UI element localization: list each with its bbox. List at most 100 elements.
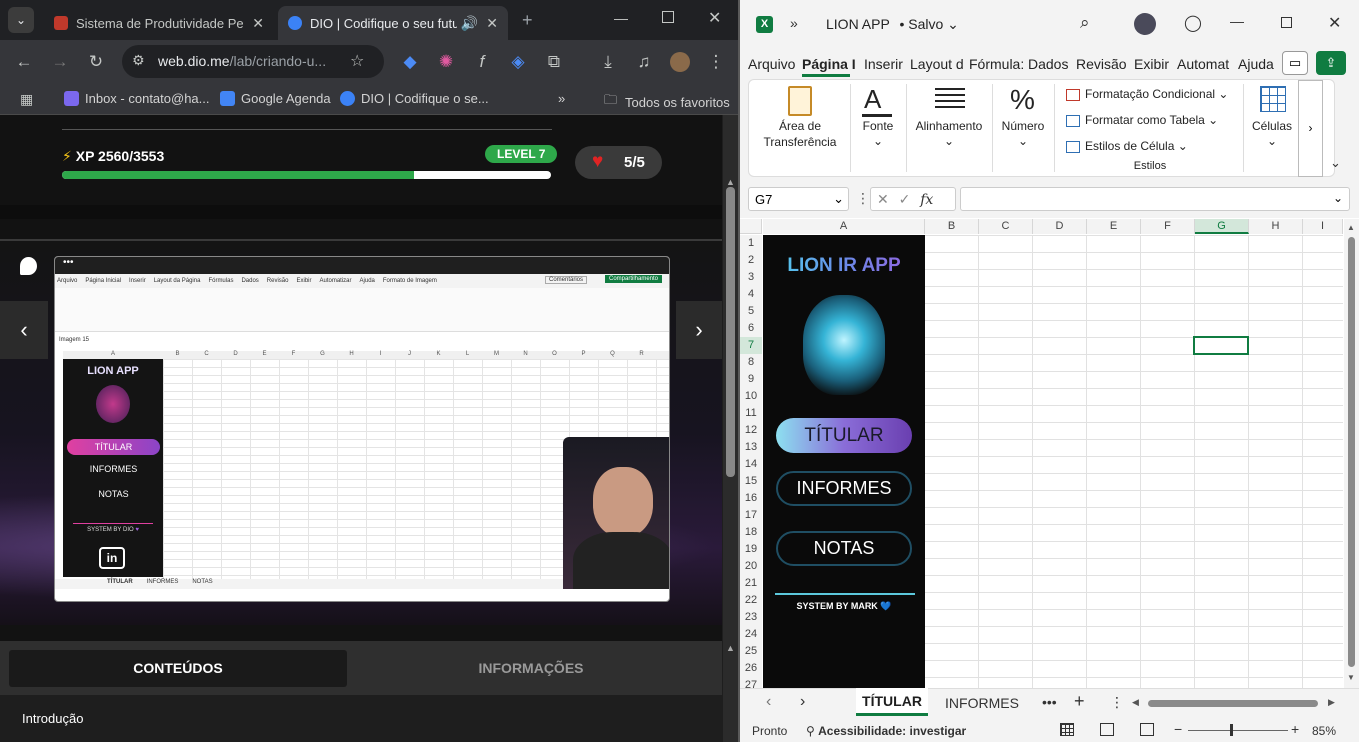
search-icon[interactable]: ⌕ bbox=[1080, 13, 1090, 33]
expand-formula-icon[interactable]: ⌄ bbox=[1333, 191, 1343, 205]
ribbon-tab[interactable]: Revisão bbox=[1076, 56, 1127, 72]
conditional-format-button[interactable]: Formatação Condicional ⌄ bbox=[1066, 87, 1228, 101]
row-header[interactable]: 3 bbox=[740, 269, 762, 286]
intro-section[interactable] bbox=[0, 695, 722, 742]
select-all-corner[interactable] bbox=[740, 219, 762, 234]
row-header[interactable]: 24 bbox=[740, 626, 762, 643]
font-group[interactable]: A Fonte ⌄ bbox=[856, 84, 900, 154]
row-header[interactable]: 17 bbox=[740, 507, 762, 524]
row-header[interactable]: 18 bbox=[740, 524, 762, 541]
scroll-thumb[interactable] bbox=[1348, 237, 1355, 667]
reload-icon[interactable]: ↻ bbox=[86, 52, 106, 72]
ribbon-tab[interactable]: Ajuda bbox=[1238, 56, 1274, 72]
normal-view-icon[interactable] bbox=[1060, 723, 1074, 736]
more-sheets-icon[interactable]: ••• bbox=[1042, 694, 1057, 710]
media-control-icon[interactable]: ♫ bbox=[634, 52, 654, 72]
cell-styles-button[interactable]: Estilos de Célula ⌄ bbox=[1066, 139, 1188, 153]
column-header[interactable]: E bbox=[1087, 219, 1141, 234]
row-header[interactable]: 26 bbox=[740, 660, 762, 677]
ribbon-tab[interactable]: Arquivo bbox=[748, 56, 795, 72]
column-header[interactable]: H bbox=[1249, 219, 1303, 234]
ribbon-tab[interactable]: Automat bbox=[1177, 56, 1229, 72]
scroll-up-arrow[interactable]: ▲ bbox=[1347, 223, 1355, 232]
bookmarks-overflow[interactable]: » bbox=[558, 91, 565, 106]
workbook-title[interactable]: LION APP • Salvo ⌄ bbox=[826, 16, 959, 33]
apps-grid-icon[interactable]: ▦ bbox=[20, 91, 33, 108]
scroll-up-arrow[interactable]: ▲ bbox=[726, 177, 735, 187]
ribbon-tab[interactable]: Exibir bbox=[1134, 56, 1169, 72]
zoom-in-button[interactable]: + bbox=[1291, 721, 1299, 737]
next-slide-button[interactable]: › bbox=[676, 301, 722, 359]
row-header[interactable]: 25 bbox=[740, 643, 762, 660]
row-header[interactable]: 16 bbox=[740, 490, 762, 507]
bookmark-inbox[interactable]: Inbox - contato@ha... bbox=[64, 91, 210, 106]
forward-icon[interactable]: → bbox=[50, 52, 70, 72]
add-sheet-button[interactable]: + bbox=[1074, 691, 1085, 712]
row-header[interactable]: 4 bbox=[740, 286, 762, 303]
bookmark-google-agenda[interactable]: Google Agenda bbox=[220, 91, 331, 106]
scroll-down-arrow[interactable]: ▼ bbox=[1347, 673, 1355, 682]
cancel-icon[interactable]: ✕ bbox=[877, 191, 889, 207]
lightbulb-icon[interactable]: ◯ bbox=[1184, 13, 1202, 33]
row-header[interactable]: 20 bbox=[740, 558, 762, 575]
comments-button[interactable]: ▭ bbox=[1282, 51, 1308, 75]
name-box[interactable]: G7 ⌄ bbox=[748, 187, 849, 211]
accessibility-status[interactable]: ⚲ Acessibilidade: investigar bbox=[806, 724, 966, 738]
h-scroll-thumb[interactable] bbox=[1148, 700, 1318, 707]
row-header[interactable]: 23 bbox=[740, 609, 762, 626]
tab-search-button[interactable]: ⌄ bbox=[8, 7, 34, 33]
new-tab-button[interactable]: + bbox=[522, 10, 533, 31]
row-header[interactable]: 5 bbox=[740, 303, 762, 320]
row-header[interactable]: 15 bbox=[740, 473, 762, 490]
row-header[interactable]: 19 bbox=[740, 541, 762, 558]
row-header[interactable]: 21 bbox=[740, 575, 762, 592]
cells-group[interactable]: Células ⌄ bbox=[1248, 84, 1296, 154]
ribbon-tab[interactable]: Layout d bbox=[910, 56, 964, 72]
column-header[interactable]: A bbox=[763, 219, 925, 234]
sheet-options-icon[interactable]: ⋮ bbox=[1110, 694, 1124, 711]
row-header[interactable]: 2 bbox=[740, 252, 762, 269]
menu-icon[interactable]: ⋮ bbox=[706, 52, 726, 72]
all-bookmarks[interactable]: 🗀 Todos os favoritos bbox=[604, 91, 730, 113]
column-header[interactable]: C bbox=[979, 219, 1033, 234]
column-header[interactable]: I bbox=[1303, 219, 1343, 234]
user-avatar[interactable] bbox=[1134, 13, 1156, 35]
zoom-slider-thumb[interactable] bbox=[1230, 724, 1233, 736]
zoom-slider[interactable] bbox=[1188, 724, 1288, 736]
close-tab-icon[interactable]: ✕ bbox=[486, 15, 498, 32]
column-header[interactable]: B bbox=[925, 219, 979, 234]
row-header[interactable]: 12 bbox=[740, 422, 762, 439]
extension-tag-icon[interactable]: ◈ bbox=[508, 52, 528, 72]
sheet-tab-informes[interactable]: INFORMES bbox=[938, 695, 1026, 711]
informes-button[interactable]: INFORMES bbox=[776, 471, 912, 506]
row-header[interactable]: 9 bbox=[740, 371, 762, 388]
bookmark-dio[interactable]: DIO | Codifique o se... bbox=[340, 91, 489, 106]
row-header[interactable]: 7 bbox=[740, 337, 762, 354]
extensions-puzzle-icon[interactable]: ⧉ bbox=[544, 52, 564, 72]
scroll-arrow-2[interactable]: ▲ bbox=[726, 643, 735, 653]
page-scrollbar[interactable]: ▲ ▲ bbox=[723, 115, 738, 742]
share-button[interactable]: ⇪ bbox=[1316, 51, 1346, 75]
speaker-icon[interactable]: 🔊 bbox=[461, 15, 478, 32]
tab-dio[interactable]: DIO | Codifique o seu futuro 🔊 ✕ bbox=[278, 6, 508, 40]
maximize-button[interactable] bbox=[1281, 17, 1292, 28]
column-header[interactable]: G bbox=[1195, 219, 1249, 234]
ribbon-tab[interactable]: Inserir bbox=[864, 56, 903, 72]
collapse-ribbon-icon[interactable]: ⌄ bbox=[1330, 155, 1341, 171]
extension-blue-icon[interactable]: ◆ bbox=[400, 52, 420, 72]
extension-fx-icon[interactable]: f bbox=[472, 52, 492, 72]
site-settings-icon[interactable]: ⚙ bbox=[132, 52, 145, 69]
confirm-icon[interactable]: ✓ bbox=[899, 191, 911, 207]
next-sheet-icon[interactable]: › bbox=[800, 693, 805, 711]
sheet-tab-titular[interactable]: TÍTULAR bbox=[856, 688, 928, 716]
close-window-button[interactable]: ✕ bbox=[708, 8, 721, 28]
horizontal-scrollbar[interactable]: ◀ ▶ bbox=[1132, 697, 1340, 711]
prev-sheet-icon[interactable]: ‹ bbox=[766, 693, 771, 711]
scroll-thumb[interactable] bbox=[726, 187, 735, 477]
ribbon-scroll-right[interactable]: › bbox=[1298, 80, 1323, 177]
star-icon[interactable]: ☆ bbox=[350, 51, 364, 71]
scroll-left-arrow[interactable]: ◀ bbox=[1132, 697, 1139, 708]
row-header[interactable]: 13 bbox=[740, 439, 762, 456]
more-options-icon[interactable]: ⋮ bbox=[856, 190, 870, 207]
tab-information[interactable]: INFORMAÇÕES bbox=[362, 650, 700, 687]
